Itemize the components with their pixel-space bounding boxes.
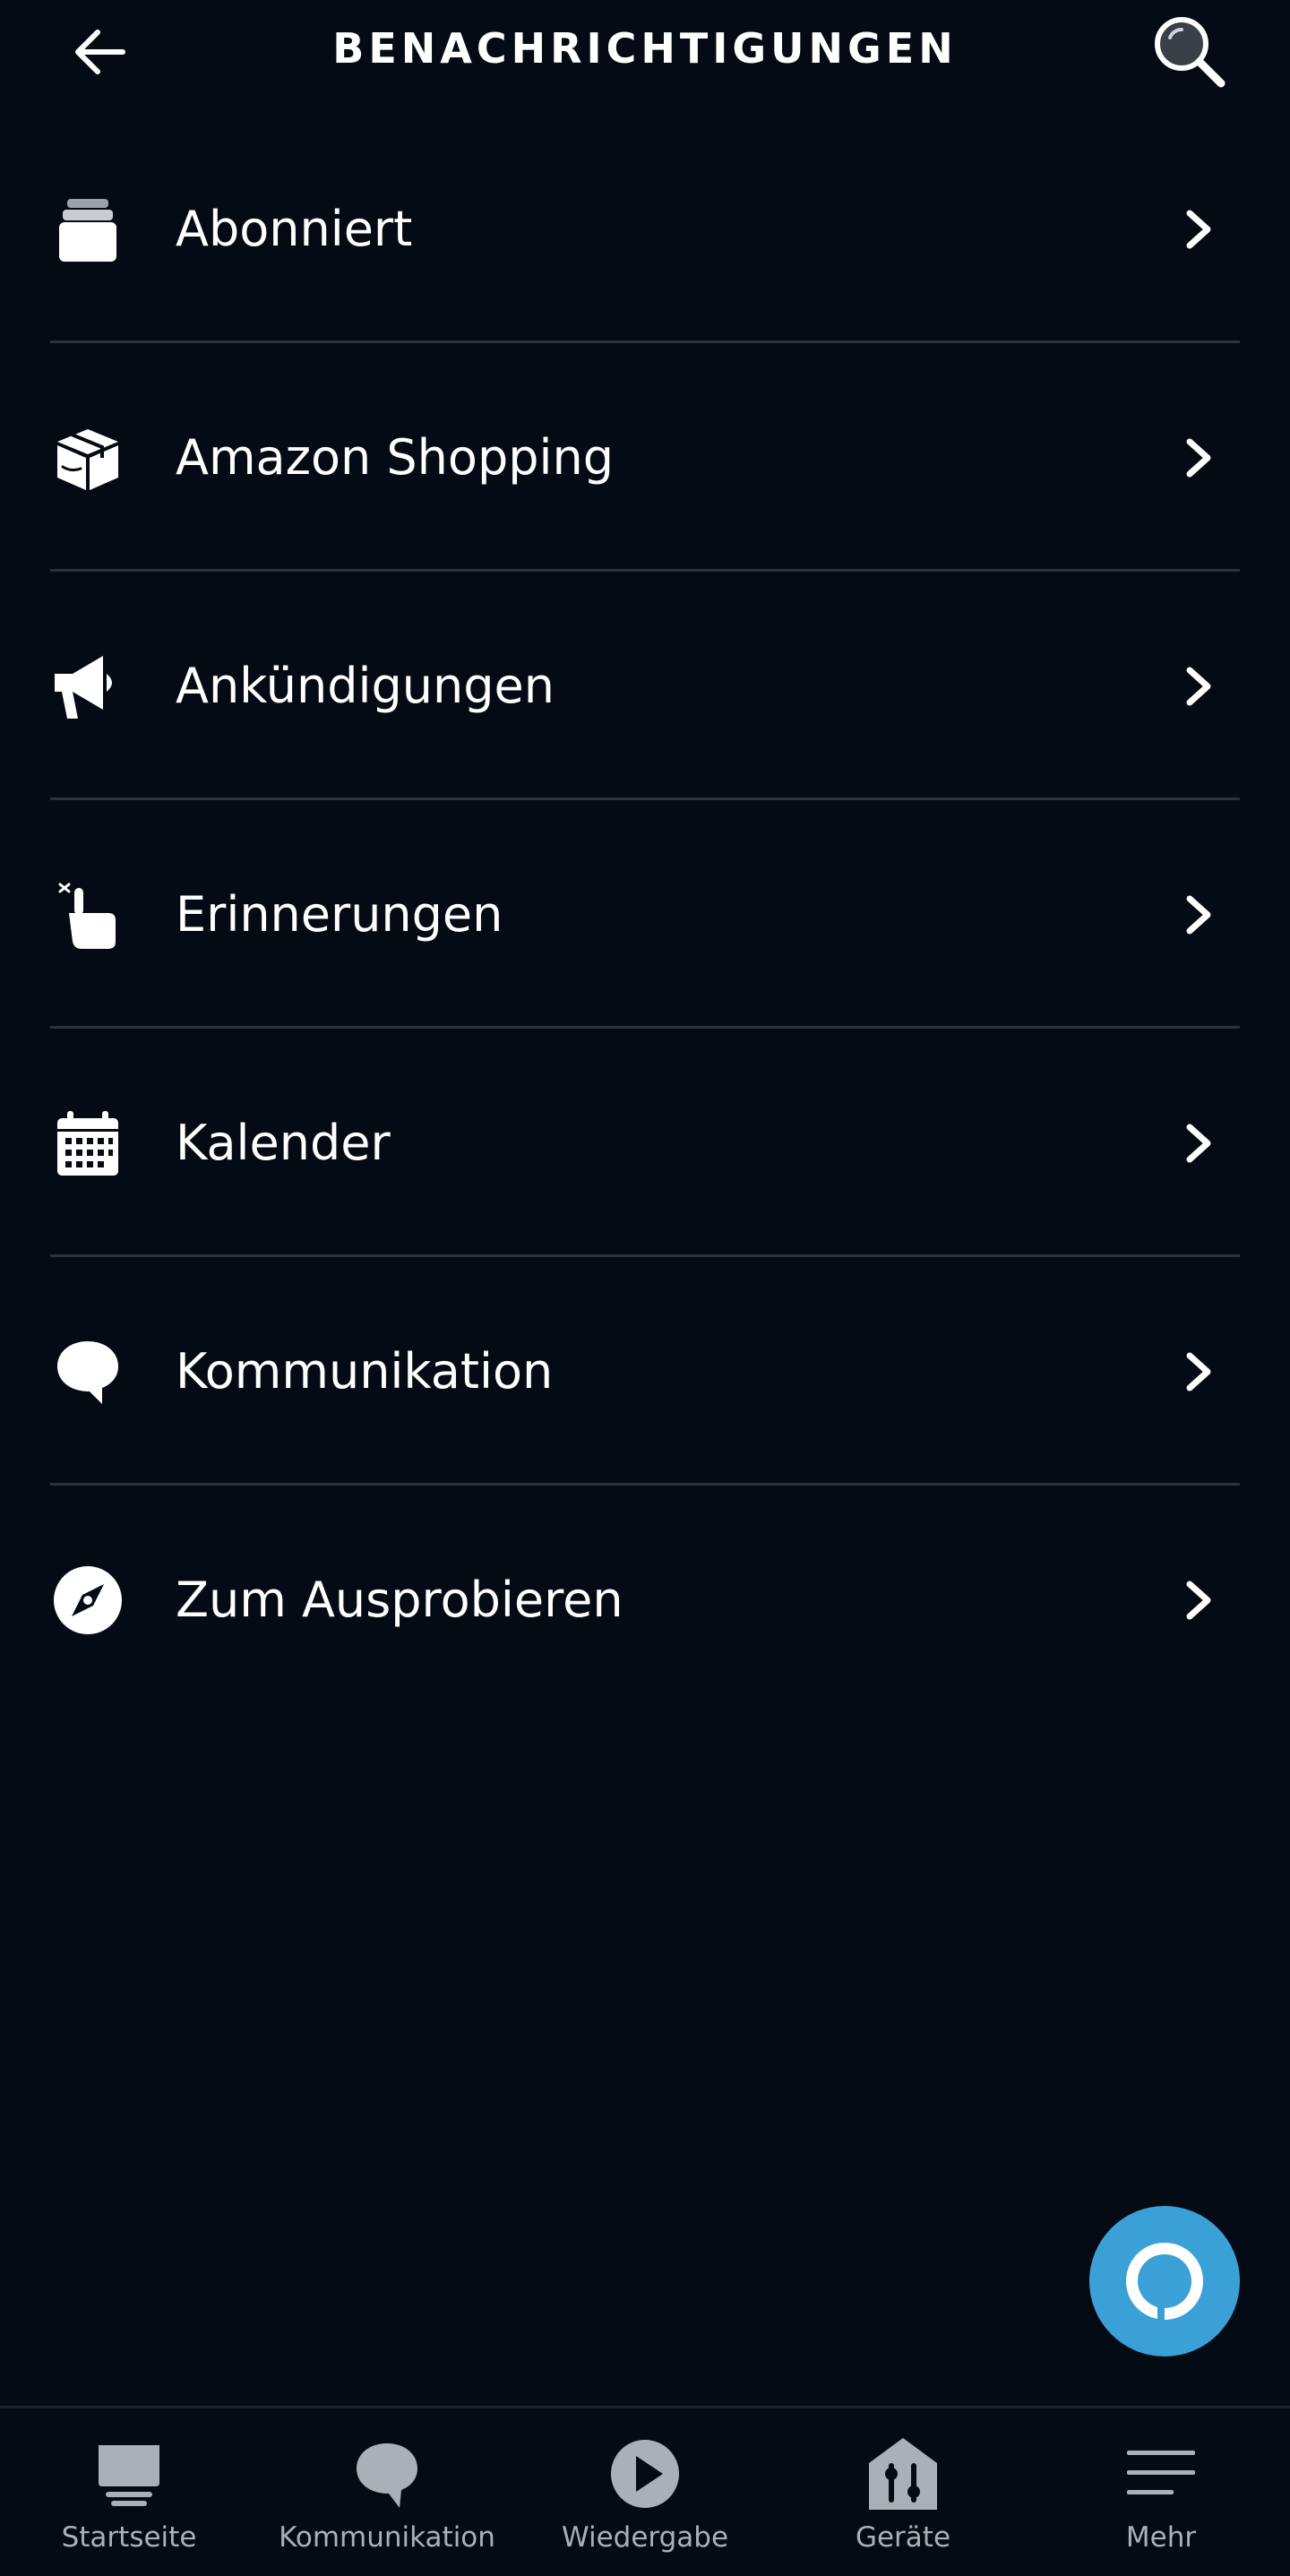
nav-tab-label: Kommunikation [279,2521,495,2554]
menu-item-label: Ankündigungen [176,658,555,714]
alexa-voice-button[interactable] [1089,2206,1240,2356]
back-button[interactable] [63,14,138,90]
chat-bubble-icon [347,2434,427,2514]
menu-item-label: Abonniert [176,201,413,257]
arrow-left-icon [75,30,125,74]
menu-item-erinnerungen[interactable]: Erinnerungen [0,800,1290,1029]
menu-item-label: Kalender [176,1115,391,1171]
package-box-icon [50,420,125,495]
alexa-ring-icon [1126,2243,1203,2320]
menu-item-abonniert[interactable]: Abonniert [0,115,1290,343]
home-icon [89,2434,169,2514]
nav-tab-wiedergabe[interactable]: Wiedergabe [516,2408,774,2576]
nav-tab-label: Wiedergabe [561,2521,729,2554]
bottom-navigation: Startseite Kommunikation Wiedergabe Gerä… [0,2406,1290,2576]
subscribed-stack-icon [50,192,125,267]
nav-tab-mehr[interactable]: Mehr [1032,2408,1290,2576]
search-button[interactable] [1145,7,1234,97]
play-icon [605,2434,685,2514]
chevron-right-icon [1174,433,1224,483]
menu-item-label: Amazon Shopping [176,429,615,486]
speech-bubble-icon [50,1334,125,1409]
chevron-right-icon [1174,1575,1224,1625]
menu-item-zum-ausprobieren[interactable]: Zum Ausprobieren [0,1486,1290,1714]
header-bar: BENACHRICHTIGUNGEN [0,0,1290,99]
nav-tab-startseite[interactable]: Startseite [0,2408,258,2576]
notification-category-list: Abonniert Amazon Shopping Ankündigungen … [0,115,1290,1714]
page-title: BENACHRICHTIGUNGEN [332,24,958,73]
menu-item-label: Erinnerungen [176,886,503,943]
nav-tab-label: Geräte [855,2521,951,2554]
compass-icon [50,1563,125,1638]
chevron-right-icon [1174,661,1224,711]
menu-item-kommunikation[interactable]: Kommunikation [0,1257,1290,1486]
chevron-right-icon [1174,890,1224,940]
megaphone-icon [50,649,125,724]
devices-house-icon [863,2434,943,2514]
hand-reminder-icon [50,877,125,952]
menu-item-ankuendigungen[interactable]: Ankündigungen [0,572,1290,800]
nav-tab-label: Mehr [1125,2521,1197,2554]
menu-item-label: Zum Ausprobieren [176,1572,624,1628]
chevron-right-icon [1174,204,1224,254]
nav-tab-label: Startseite [61,2521,197,2554]
menu-item-label: Kommunikation [176,1343,554,1400]
calendar-icon [50,1106,125,1181]
nav-tab-kommunikation[interactable]: Kommunikation [258,2408,516,2576]
chevron-right-icon [1174,1118,1224,1168]
chevron-right-icon [1174,1347,1224,1397]
nav-tab-geraete[interactable]: Geräte [774,2408,1032,2576]
menu-item-kalender[interactable]: Kalender [0,1029,1290,1257]
menu-lines-icon [1121,2434,1201,2514]
menu-item-amazon-shopping[interactable]: Amazon Shopping [0,343,1290,572]
search-icon [1155,17,1226,88]
